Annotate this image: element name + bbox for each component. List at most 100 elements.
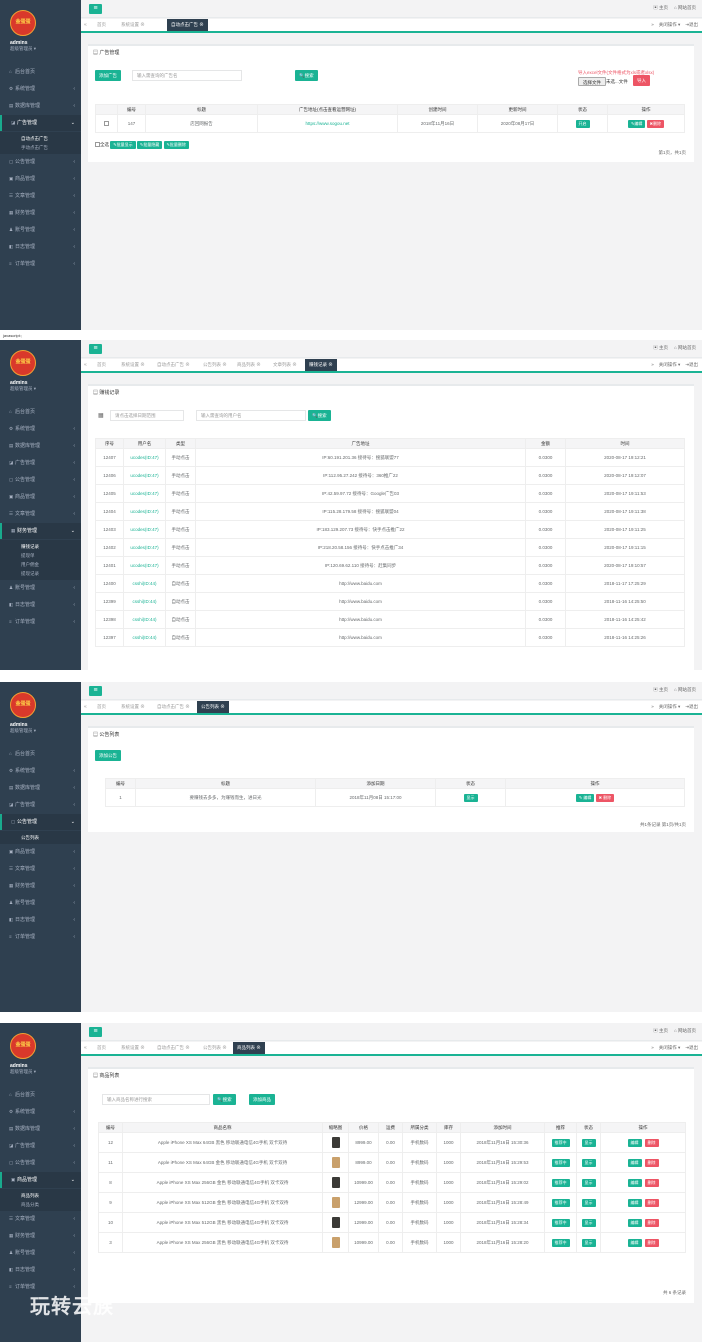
status-badge[interactable]: 显示 — [581, 1158, 596, 1167]
tab-auto-ad[interactable]: 自动点击广告 ⊗ — [153, 701, 194, 713]
status-badge[interactable]: 显示 — [581, 1138, 596, 1147]
sidebar-item-database[interactable]: ▤ 数据库管理 ‹ — [0, 98, 81, 114]
sidebar-item-finance[interactable]: ▦ 财务管理 ‹ — [0, 1228, 81, 1244]
sidebar-item-log[interactable]: ◧ 日志管理 ‹ — [0, 239, 81, 255]
bulk-hide-button[interactable]: ✎批量隐藏 — [136, 141, 163, 149]
home-link[interactable]: ▣ 主页 — [653, 5, 668, 10]
submenu-item[interactable]: 商品列表 — [0, 1191, 81, 1200]
tab-goods[interactable]: 商品列表 ⊗ — [233, 1042, 265, 1054]
delete-button[interactable]: 删除 — [644, 1198, 659, 1207]
search-button[interactable]: 🔍搜索 — [295, 70, 318, 81]
tab-home[interactable]: 首页 — [93, 19, 110, 31]
submenu-item[interactable]: 提现单 — [0, 551, 81, 560]
tab-system[interactable]: 系统设置 ⊗ — [117, 19, 149, 31]
delete-button[interactable]: 删除 — [644, 1218, 659, 1227]
recommend-badge[interactable]: 推荐中 — [551, 1138, 570, 1147]
edit-button[interactable]: 编辑 — [627, 1198, 642, 1207]
sidebar-item-log[interactable]: ◧ 日志管理 ‹ — [0, 912, 81, 928]
sidebar-item-database[interactable]: ▤ 数据库管理 ‹ — [0, 780, 81, 796]
submenu-item[interactable]: 公告列表 — [0, 833, 81, 842]
date-range-input[interactable]: 请点击选择日期范围 — [110, 410, 184, 421]
sidebar-item-goods[interactable]: ▣ 商品管理 ‹ — [0, 489, 81, 505]
exit-link[interactable]: ⇥退出 — [685, 362, 698, 367]
status-badge[interactable]: 显示 — [581, 1198, 596, 1207]
submenu-item[interactable]: 手动点击广告 — [0, 143, 81, 152]
site-link[interactable]: ⌂ 网站首页 — [674, 1028, 696, 1033]
sidebar-item-notice[interactable]: ▢ 公告管理 ⌄ — [0, 814, 81, 830]
tab-back-icon[interactable]: « — [84, 701, 87, 713]
user-role[interactable]: 超级管理员 ▾ — [10, 1069, 36, 1075]
menu-toggle-button[interactable]: ≡ — [89, 1027, 102, 1037]
tab-forward-icon[interactable]: » — [651, 704, 654, 709]
tab-home[interactable]: 首页 — [93, 1042, 110, 1054]
cell-url[interactable]: https://www.sogou.net — [257, 114, 398, 133]
edit-button[interactable]: 编辑 — [627, 1158, 642, 1167]
submenu-item[interactable]: 提现记录 — [0, 569, 81, 578]
submenu-item[interactable]: 赚钱记录 — [0, 542, 81, 551]
sidebar-item-ads[interactable]: ◪ 广告管理 ‹ — [0, 797, 81, 813]
delete-button[interactable]: 删除 — [644, 1178, 659, 1187]
choose-file-button[interactable]: 选择文件 — [578, 77, 606, 86]
edit-button[interactable]: 编辑 — [627, 1218, 642, 1227]
recommend-badge[interactable]: 推荐中 — [551, 1198, 570, 1207]
search-button[interactable]: 🔍搜索 — [308, 410, 331, 421]
user-role[interactable]: 超级管理员 ▾ — [10, 46, 36, 52]
sidebar-item-finance[interactable]: ▦ 财务管理 ‹ — [0, 878, 81, 894]
tab-notice[interactable]: 公告列表 ⊗ — [199, 359, 231, 371]
menu-toggle-button[interactable]: ≡ — [89, 4, 102, 14]
home-link[interactable]: ▣ 主页 — [653, 687, 668, 692]
tab-article[interactable]: 文章列表 ⊗ — [269, 359, 301, 371]
site-link[interactable]: ⌂ 网站首页 — [674, 5, 696, 10]
edit-button[interactable]: 编辑 — [627, 1238, 642, 1247]
status-badge[interactable]: 显示 — [581, 1238, 596, 1247]
exit-link[interactable]: ⇥退出 — [685, 22, 698, 27]
status-badge[interactable]: 开启 — [575, 119, 590, 128]
tab-auto-ad[interactable]: 自动点击广告 ⊗ — [153, 359, 194, 371]
sidebar-item-order[interactable]: ≡ 订单管理 ‹ — [0, 929, 81, 945]
site-link[interactable]: ⌂ 网站首页 — [674, 687, 696, 692]
sidebar-item-system[interactable]: ⚙ 系统管理 ‹ — [0, 1104, 81, 1120]
status-badge[interactable]: 显示 — [581, 1178, 596, 1187]
tab-system[interactable]: 系统设置 ⊗ — [117, 701, 149, 713]
sidebar-item-account[interactable]: ♟ 账号管理 ‹ — [0, 895, 81, 911]
tab-home[interactable]: 首页 — [93, 359, 110, 371]
sidebar-item-article[interactable]: ☰ 文章管理 ‹ — [0, 861, 81, 877]
sidebar-item-notice[interactable]: ▢ 公告管理 ‹ — [0, 472, 81, 488]
status-badge[interactable]: 显示 — [581, 1218, 596, 1227]
sidebar-item-ads[interactable]: ◪ 广告管理 ⌄ — [0, 115, 81, 131]
submenu-item[interactable]: 用户佣金 — [0, 560, 81, 569]
sidebar-item-order[interactable]: ≡ 订单管理 ‹ — [0, 614, 81, 630]
recommend-badge[interactable]: 推荐中 — [551, 1238, 570, 1247]
delete-button[interactable]: 删除 — [644, 1238, 659, 1247]
sidebar-item-database[interactable]: ▤ 数据库管理 ‹ — [0, 438, 81, 454]
add-ad-button[interactable]: 添加广告 — [95, 70, 121, 81]
edit-button[interactable]: 编辑 — [627, 1138, 642, 1147]
sidebar-item-goods[interactable]: ▣ 商品管理 ‹ — [0, 171, 81, 187]
tab-auto-ad[interactable]: 自动点击广告 ⊗ — [153, 1042, 194, 1054]
sidebar-item-home[interactable]: ⌂ 后台首页 — [0, 746, 81, 762]
sidebar-item-home[interactable]: ⌂ 后台首页 — [0, 404, 81, 420]
recommend-badge[interactable]: 推荐中 — [551, 1158, 570, 1167]
user-search-input[interactable]: 输入需查询的用户名 — [196, 410, 306, 421]
sidebar-item-ads[interactable]: ◪ 广告管理 ‹ — [0, 455, 81, 471]
sidebar-item-log[interactable]: ◧ 日志管理 ‹ — [0, 1262, 81, 1278]
close-ops-menu[interactable]: 关闭操作 ▾ — [659, 362, 681, 367]
tab-forward-icon[interactable]: » — [651, 362, 654, 367]
sidebar-item-notice[interactable]: ▢ 公告管理 ‹ — [0, 1155, 81, 1171]
delete-button[interactable]: ✖ 删除 — [595, 793, 615, 802]
sidebar-item-article[interactable]: ☰ 文章管理 ‹ — [0, 1211, 81, 1227]
status-badge[interactable]: 显示 — [463, 793, 478, 802]
submenu-item[interactable]: 自动点击广告 — [0, 134, 81, 143]
add-goods-button[interactable]: 添加商品 — [249, 1094, 275, 1105]
ad-search-input[interactable]: 输入需查询的广告名 — [132, 70, 242, 81]
tab-notice[interactable]: 公告列表 ⊗ — [197, 701, 229, 713]
edit-button[interactable]: ✎ 编辑 — [575, 793, 595, 802]
tab-back-icon[interactable]: « — [84, 19, 87, 31]
user-role[interactable]: 超级管理员 ▾ — [10, 386, 36, 392]
site-link[interactable]: ⌂ 网站首页 — [674, 345, 696, 350]
tab-system[interactable]: 系统设置 ⊗ — [117, 1042, 149, 1054]
tab-back-icon[interactable]: « — [84, 1042, 87, 1054]
sidebar-item-account[interactable]: ♟ 账号管理 ‹ — [0, 222, 81, 238]
sidebar-item-article[interactable]: ☰ 文章管理 ‹ — [0, 188, 81, 204]
recommend-badge[interactable]: 推荐中 — [551, 1178, 570, 1187]
